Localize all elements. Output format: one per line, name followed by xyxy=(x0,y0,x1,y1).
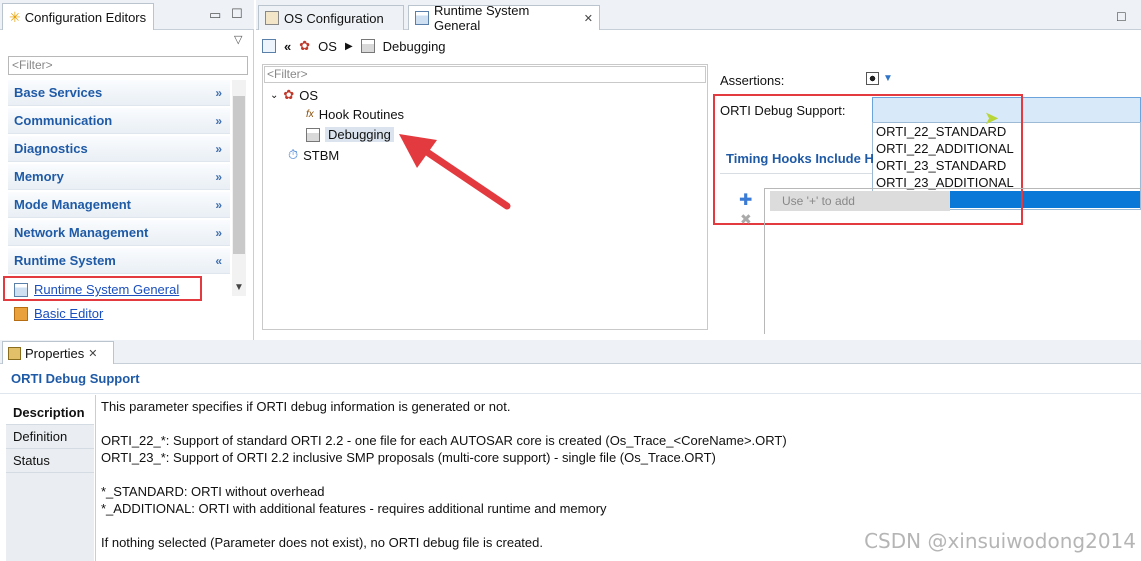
vtab-definition[interactable]: Definition xyxy=(6,425,94,449)
annotation-arrow xyxy=(399,134,511,210)
breadcrumb-separator-icon: ▶ xyxy=(344,40,353,52)
divider xyxy=(720,173,872,174)
config-icon xyxy=(265,11,279,25)
divider xyxy=(0,393,1141,394)
category-label: Network Management xyxy=(14,225,149,240)
category-label: Diagnostics xyxy=(14,141,88,156)
category-mode-management[interactable]: Mode Management » xyxy=(8,192,230,218)
tree-filter-input[interactable]: <Filter> xyxy=(264,66,706,83)
divider xyxy=(95,395,96,561)
breadcrumb-item-os[interactable]: OS xyxy=(318,39,337,54)
editor-icon xyxy=(415,11,429,25)
expand-chevron-icon[interactable]: » xyxy=(215,108,222,134)
tree-node-debugging[interactable]: Debugging xyxy=(306,127,394,142)
tree-node-label: OS xyxy=(299,87,319,103)
vtab-status[interactable]: Status xyxy=(6,449,94,473)
properties-heading: ORTI Debug Support xyxy=(11,371,140,386)
breadcrumb-home-icon[interactable] xyxy=(262,39,276,53)
tree-node-stbm[interactable]: ⏱ STBM xyxy=(288,147,339,163)
category-label: Runtime System xyxy=(14,253,116,268)
close-icon[interactable]: ✕ xyxy=(584,12,593,25)
category-label: Memory xyxy=(14,169,64,184)
function-icon: fx xyxy=(306,109,314,120)
dropdown-arrow-icon[interactable]: ▼ xyxy=(883,73,893,84)
double-left-arrow-icon[interactable]: « xyxy=(284,39,291,54)
description-line: *_STANDARD: ORTI without overhead xyxy=(101,484,325,499)
expand-chevron-icon[interactable]: » xyxy=(215,220,222,246)
category-diagnostics[interactable]: Diagnostics » xyxy=(8,136,230,162)
tree-node-label: Debugging xyxy=(325,127,394,142)
scroll-down-icon[interactable]: ▼ xyxy=(234,282,244,293)
star-icon: ✳ xyxy=(9,8,21,25)
description-line: This parameter specifies if ORTI debug i… xyxy=(101,399,511,414)
tab-properties[interactable]: Properties ✕ xyxy=(2,341,114,364)
debug-icon xyxy=(306,127,320,142)
tab-configuration-editors[interactable]: ✳ Configuration Editors xyxy=(2,3,154,30)
basic-editor-icon xyxy=(14,306,28,321)
description-line: ORTI_22_*: Support of standard ORTI 2.2 … xyxy=(101,433,787,448)
assertions-label: Assertions: xyxy=(720,73,785,88)
collapse-arrow-icon[interactable]: ⌄ xyxy=(270,90,278,101)
maximize-editor-icon[interactable]: ☐ xyxy=(1116,10,1127,24)
expand-chevron-icon[interactable]: » xyxy=(215,136,222,162)
tab-label: Configuration Editors xyxy=(24,9,147,25)
description-line: If nothing selected (Parameter does not … xyxy=(101,535,543,550)
breadcrumb-item-debugging[interactable]: Debugging xyxy=(383,39,446,54)
os-gear-icon: ✿ xyxy=(299,38,311,53)
breadcrumb: « ✿ OS ▶ Debugging xyxy=(262,34,446,58)
debug-icon xyxy=(360,39,375,53)
category-memory[interactable]: Memory » xyxy=(8,164,230,190)
editor-filter-input[interactable]: <Filter> xyxy=(8,56,248,75)
description-line: *_ADDITIONAL: ORTI with additional featu… xyxy=(101,501,607,516)
add-icon[interactable]: ✚ xyxy=(739,190,752,210)
editor-basic-editor[interactable]: Basic Editor xyxy=(14,306,103,321)
tab-os-configuration[interactable]: OS Configuration xyxy=(258,5,404,30)
category-runtime-system[interactable]: Runtime System « xyxy=(8,248,230,274)
vtab-filler xyxy=(6,473,94,561)
view-menu-icon[interactable]: ▽ xyxy=(234,33,242,46)
expand-chevron-icon[interactable]: » xyxy=(215,192,222,218)
collapse-chevron-icon[interactable]: « xyxy=(215,248,222,274)
scrollbar-thumb[interactable] xyxy=(233,96,245,254)
checkbox-icon[interactable] xyxy=(866,72,879,85)
properties-tabbar xyxy=(0,340,1141,364)
tree-node-hook-routines[interactable]: fx Hook Routines xyxy=(306,107,404,122)
tab-runtime-system-general[interactable]: Runtime System General ✕ xyxy=(408,3,600,33)
tree-node-os[interactable]: ⌄ ✿ OS xyxy=(270,87,318,103)
category-network-management[interactable]: Network Management » xyxy=(8,220,230,246)
timing-hooks-label: Timing Hooks Include H xyxy=(726,151,874,166)
maximize-icon[interactable]: ☐ xyxy=(231,6,243,22)
assertions-checkbox[interactable]: ▼ xyxy=(866,72,893,85)
os-gear-icon: ✿ xyxy=(283,87,295,102)
clock-icon: ⏱ xyxy=(288,147,299,162)
category-base-services[interactable]: Base Services » xyxy=(8,80,230,106)
annotation-box xyxy=(3,276,202,301)
expand-chevron-icon[interactable]: » xyxy=(215,80,222,106)
properties-icon xyxy=(8,346,21,360)
category-label: Communication xyxy=(14,113,113,128)
vtab-description[interactable]: Description xyxy=(6,401,94,425)
minimize-icon[interactable]: ▭ xyxy=(209,7,221,23)
close-icon[interactable]: ✕ xyxy=(88,347,97,360)
add-hint: Use '+' to add xyxy=(770,191,950,211)
tree-node-label: Hook Routines xyxy=(318,107,405,122)
tab-label: Properties xyxy=(25,345,85,361)
category-label: Mode Management xyxy=(14,197,132,212)
category-communication[interactable]: Communication » xyxy=(8,108,230,134)
description-text: This parameter specifies if ORTI debug i… xyxy=(101,398,787,551)
category-label: Base Services xyxy=(14,85,103,100)
tree-node-label: STBM xyxy=(303,147,340,163)
editor-link-label[interactable]: Basic Editor xyxy=(34,306,103,321)
expand-chevron-icon[interactable]: » xyxy=(215,164,222,190)
tab-label: Runtime System General xyxy=(433,3,530,33)
tab-label: OS Configuration xyxy=(284,10,384,26)
watermark: CSDN @xinsuiwodong2014 xyxy=(864,529,1136,553)
remove-icon[interactable]: ✖ xyxy=(740,211,752,228)
description-line: ORTI_23_*: Support of ORTI 2.2 inclusive… xyxy=(101,450,716,465)
